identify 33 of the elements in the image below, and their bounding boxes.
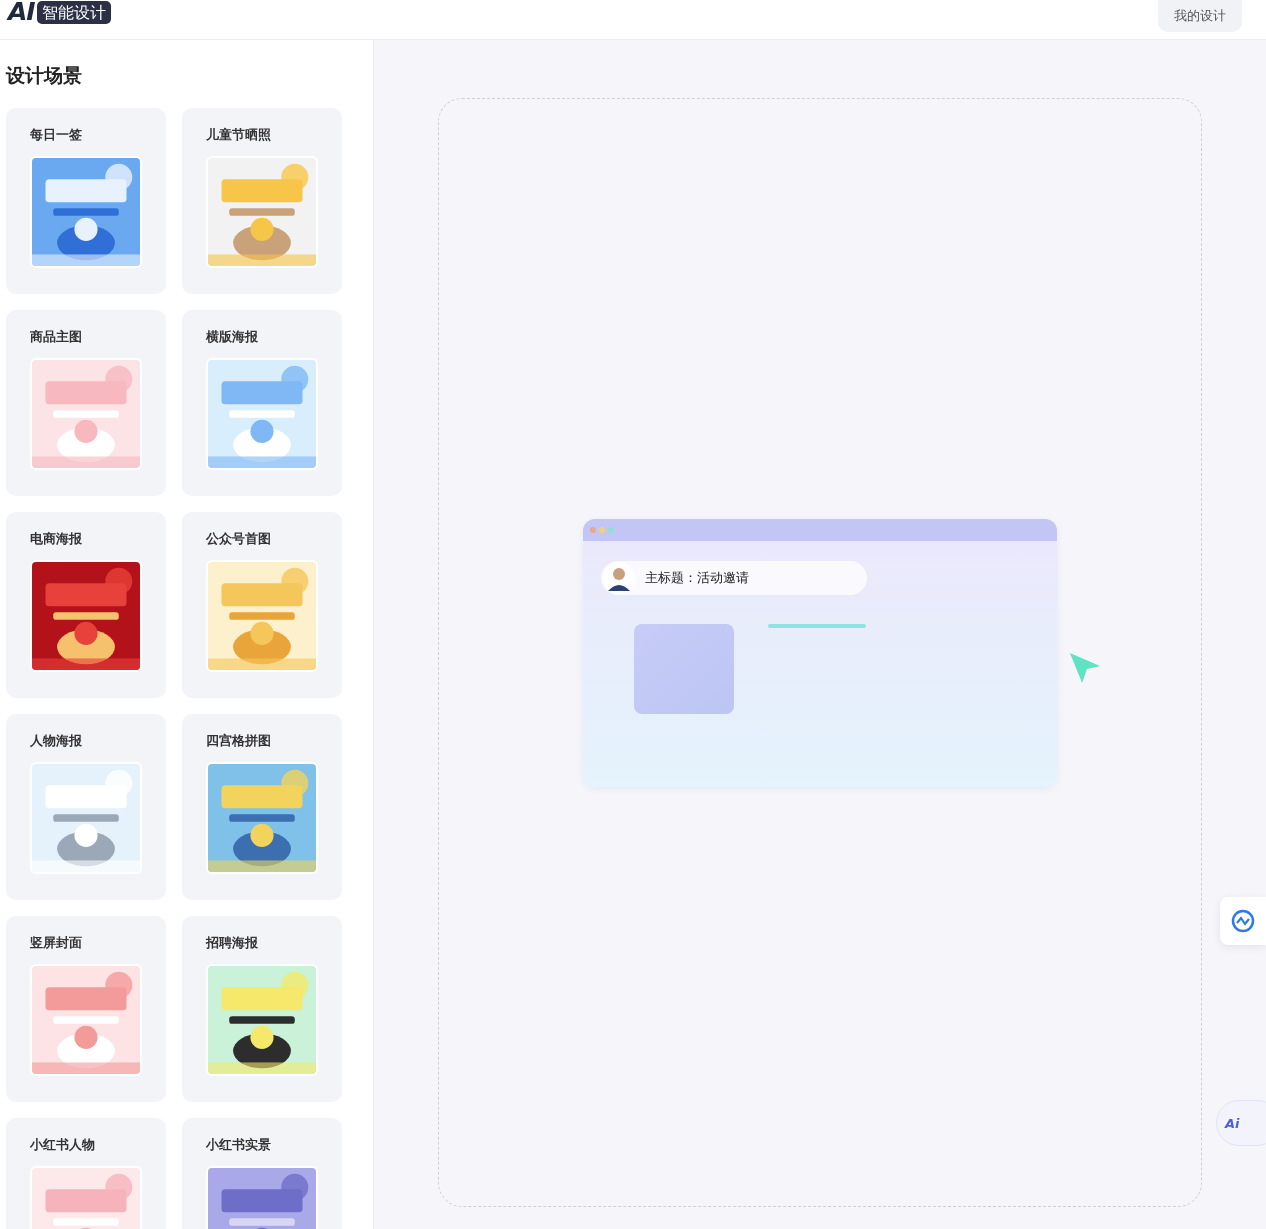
scene-card[interactable]: 公众号首图 [182,512,342,698]
scene-card[interactable]: 横版海报 [182,310,342,496]
scene-label: 电商海报 [30,530,83,548]
prompt-text: 主标题：活动邀请 [645,568,749,587]
scene-card[interactable]: 四宫格拼图 [182,714,342,900]
scene-card[interactable]: 竖屏封面 [6,916,166,1102]
scene-card[interactable]: 小红书实景 [182,1118,342,1229]
scene-label: 公众号首图 [206,530,272,548]
scene-label: 四宫格拼图 [206,732,272,750]
assistant-button[interactable] [1220,897,1266,945]
scene-label: 每日一签 [30,126,83,144]
scene-label: 招聘海报 [206,934,259,952]
logo-mark: AI [8,0,35,24]
scene-label: 人物海报 [30,732,83,750]
scene-card[interactable]: 电商海报 [6,512,166,698]
scene-label: 小红书人物 [30,1136,96,1154]
window-dots-icon [589,525,615,534]
scene-card[interactable]: 儿童节晒照 [182,108,342,294]
section-title: 设计场景 [6,63,83,88]
scene-label: 横版海报 [206,328,259,346]
scene-card[interactable]: 小红书人物 [6,1118,166,1229]
scene-card[interactable]: 每日一签 [6,108,166,294]
scene-card[interactable]: 商品主图 [6,310,166,496]
my-designs-button[interactable]: 我的设计 [1158,0,1242,32]
ai-button[interactable]: Ai [1216,1100,1266,1146]
scene-label: 儿童节晒照 [206,126,272,144]
scene-label: 商品主图 [30,328,83,346]
cursor-icon [1068,651,1102,685]
logo-badge: 智能设计 [36,0,111,24]
scene-card[interactable]: 人物海报 [6,714,166,900]
scene-label: 小红书实景 [206,1136,272,1154]
scene-label: 竖屏封面 [30,934,83,952]
scene-card[interactable]: 招聘海报 [182,916,342,1102]
